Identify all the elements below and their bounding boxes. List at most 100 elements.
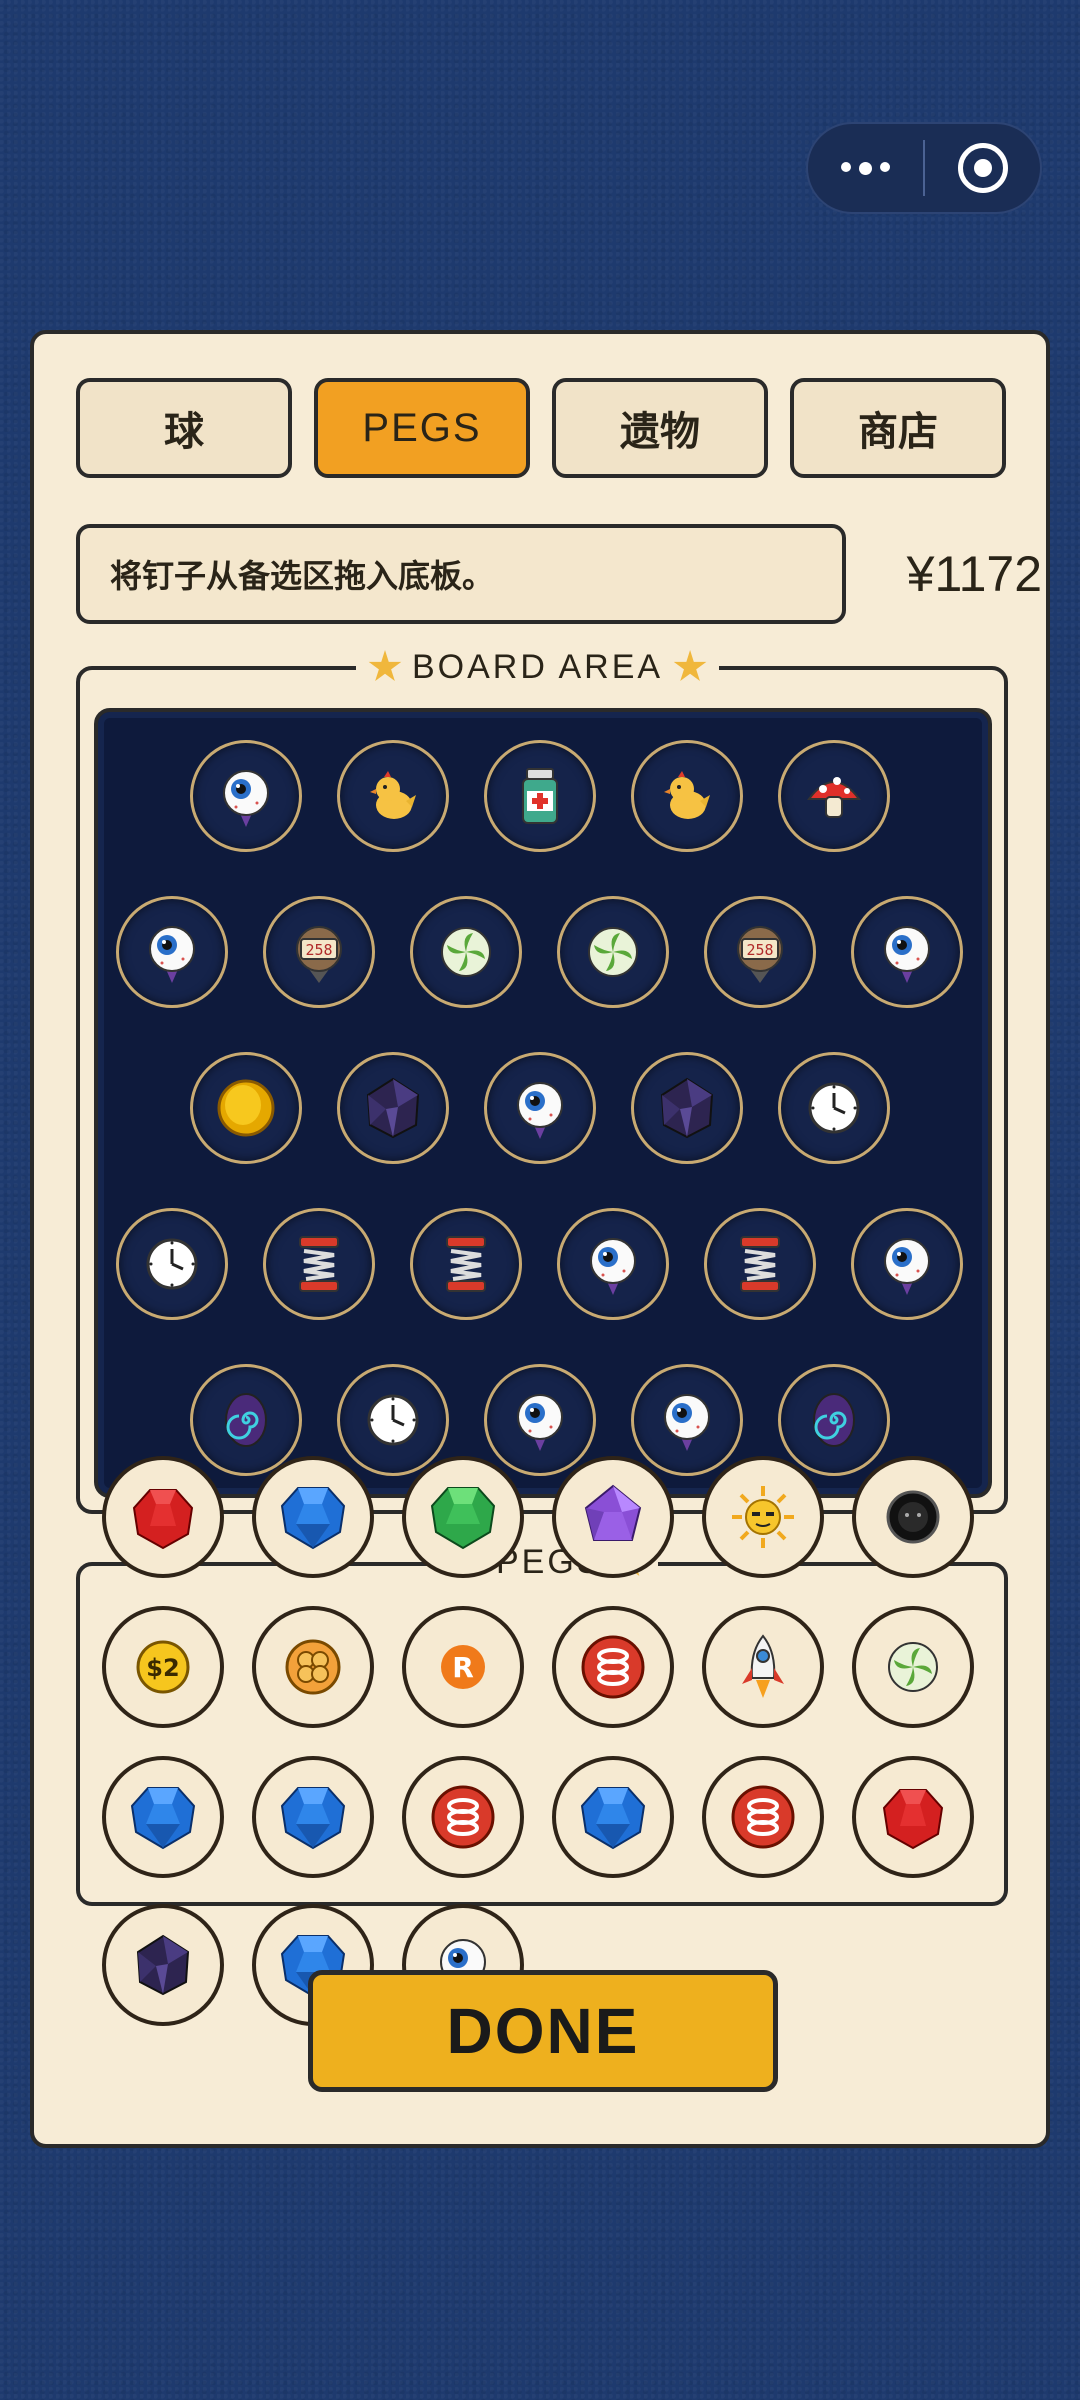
board-peg-slot[interactable]	[778, 740, 890, 852]
red-gem-icon	[128, 1482, 198, 1552]
board-peg-slot[interactable]	[337, 740, 449, 852]
tray-peg-slot[interactable]	[852, 1606, 974, 1728]
eyeball-icon	[137, 917, 207, 987]
tray-peg-slot[interactable]	[252, 1606, 374, 1728]
purple-crystal-icon	[578, 1482, 648, 1552]
svg-text:258: 258	[305, 941, 332, 959]
tab-relics[interactable]: 遗物	[552, 378, 768, 478]
letter-r-icon: R	[428, 1632, 498, 1702]
spring-icon	[725, 1229, 795, 1299]
board-peg-slot[interactable]	[704, 1208, 816, 1320]
spring-icon	[284, 1229, 354, 1299]
tray-peg-slot[interactable]	[702, 1756, 824, 1878]
medicine-icon	[505, 761, 575, 831]
eyeball-icon	[505, 1073, 575, 1143]
board-peg-slot[interactable]	[190, 1364, 302, 1476]
dark-crystal-icon	[358, 1073, 428, 1143]
board-peg-slot[interactable]	[337, 1052, 449, 1164]
tray-peg-slot[interactable]	[102, 1456, 224, 1578]
board-peg-slot[interactable]	[263, 1208, 375, 1320]
portal-icon	[799, 1385, 869, 1455]
board-peg-slot[interactable]	[484, 1364, 596, 1476]
gold-coin-icon	[211, 1073, 281, 1143]
board-peg-slot[interactable]	[557, 1208, 669, 1320]
close-program-button[interactable]	[925, 124, 1040, 212]
tray-peg-slot[interactable]	[552, 1756, 674, 1878]
board-peg-slot[interactable]	[851, 1208, 963, 1320]
board-area-header: BOARD AREA	[356, 644, 720, 690]
instruction-message: 将钉子从备选区拖入底板。	[76, 524, 846, 624]
green-gem-icon	[428, 1482, 498, 1552]
board-peg-slot[interactable]	[410, 1208, 522, 1320]
tray-peg-slot[interactable]	[252, 1756, 374, 1878]
eyeball-icon	[652, 1385, 722, 1455]
board-peg-slot[interactable]	[484, 740, 596, 852]
tray-peg-slot[interactable]	[252, 1456, 374, 1578]
eyeball-icon	[578, 1229, 648, 1299]
board-peg-slot[interactable]	[116, 896, 228, 1008]
red-gem-icon	[878, 1782, 948, 1852]
money-display: ¥1172	[906, 546, 1042, 602]
star-icon	[368, 650, 402, 681]
board-peg-slot[interactable]	[484, 1052, 596, 1164]
tray-peg-slot[interactable]: R	[402, 1606, 524, 1728]
swirl-icon	[431, 917, 501, 987]
blue-gem-icon	[128, 1782, 198, 1852]
tray-peg-slot[interactable]	[102, 1756, 224, 1878]
eyeball-icon	[211, 761, 281, 831]
tray-peg-slot[interactable]	[552, 1606, 674, 1728]
board-peg-slot[interactable]	[557, 896, 669, 1008]
more-menu-button[interactable]	[808, 124, 923, 212]
spring-coil-icon	[578, 1632, 648, 1702]
tray-peg-slot[interactable]	[102, 1904, 224, 2026]
board-peg-slot[interactable]	[190, 740, 302, 852]
board-peg-slot[interactable]	[631, 740, 743, 852]
tray-peg-slot[interactable]	[552, 1456, 674, 1578]
tray-peg-slot[interactable]	[702, 1456, 824, 1578]
svg-text:$2: $2	[146, 1654, 179, 1682]
blue-gem-icon	[278, 1782, 348, 1852]
svg-text:R: R	[452, 1651, 474, 1684]
board-peg-slot[interactable]	[778, 1364, 890, 1476]
sun-icon	[728, 1482, 798, 1552]
clock-icon	[137, 1229, 207, 1299]
tray-peg-slot[interactable]: $2	[102, 1606, 224, 1728]
mushroom-icon	[799, 761, 869, 831]
board-peg-slot[interactable]	[631, 1052, 743, 1164]
tab-pegs[interactable]: PEGS	[314, 378, 530, 478]
clock-icon	[799, 1073, 869, 1143]
board-area-title: BOARD AREA	[412, 647, 664, 686]
tray-peg-slot[interactable]	[402, 1456, 524, 1578]
board-peg-slot[interactable]	[631, 1364, 743, 1476]
board-peg-slot[interactable]	[778, 1052, 890, 1164]
tray-peg-slot[interactable]	[402, 1756, 524, 1878]
target-circle-icon	[957, 143, 1008, 193]
board-peg-slot[interactable]	[337, 1364, 449, 1476]
eyeball-icon	[872, 1229, 942, 1299]
clover-icon	[278, 1632, 348, 1702]
done-button[interactable]: DONE	[308, 1970, 778, 2092]
tab-shop[interactable]: 商店	[790, 378, 1006, 478]
tab-balls[interactable]: 球	[76, 378, 292, 478]
peg-board[interactable]: 258 258	[94, 708, 992, 1498]
spring-coil-icon	[428, 1782, 498, 1852]
board-peg-slot[interactable]	[116, 1208, 228, 1320]
tray-peg-slot[interactable]	[852, 1456, 974, 1578]
mini-program-capsule	[806, 122, 1042, 214]
tray-peg-slot[interactable]	[852, 1756, 974, 1878]
dark-crystal-icon	[652, 1073, 722, 1143]
portal-icon	[211, 1385, 281, 1455]
eyeball-icon	[505, 1385, 575, 1455]
chick-icon	[358, 761, 428, 831]
counter-icon: 258	[284, 917, 354, 987]
svg-text:258: 258	[746, 941, 773, 959]
tray-peg-slot[interactable]	[702, 1606, 824, 1728]
board-peg-slot[interactable]: 258	[704, 896, 816, 1008]
board-peg-slot[interactable]	[410, 896, 522, 1008]
spring-icon	[431, 1229, 501, 1299]
board-peg-slot[interactable]	[851, 896, 963, 1008]
board-peg-slot[interactable]: 258	[263, 896, 375, 1008]
board-peg-slot[interactable]	[190, 1052, 302, 1164]
clock-icon	[358, 1385, 428, 1455]
star-icon	[673, 650, 707, 681]
